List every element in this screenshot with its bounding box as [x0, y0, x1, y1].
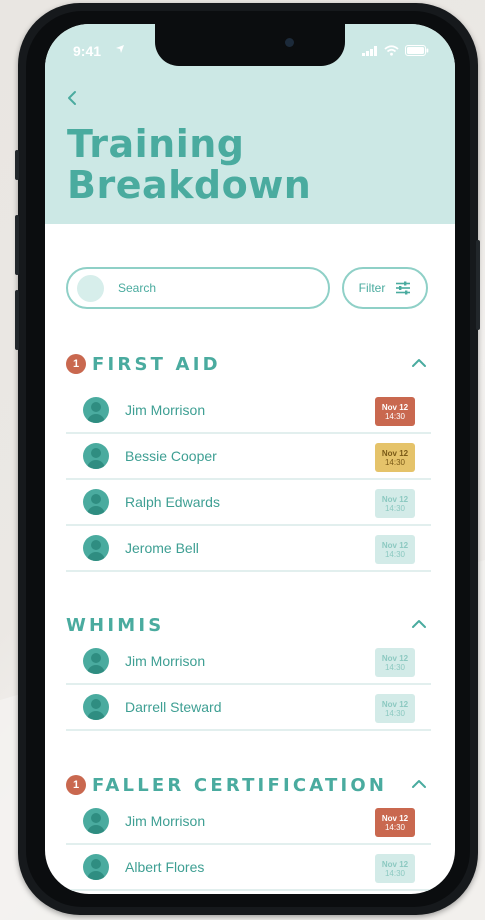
page-title-line2: Breakdown [67, 163, 312, 207]
battery-icon [405, 45, 429, 56]
date-badge: Nov 12 14:30 [375, 397, 415, 426]
chevron-up-icon[interactable] [410, 617, 428, 631]
notch [155, 24, 345, 66]
search-input[interactable]: Search [66, 267, 330, 309]
time-label: 14:30 [384, 662, 406, 672]
app-screen: 9:41 Training Breakdown Search Filter 1 … [45, 24, 455, 894]
date-badge: Nov 12 14:30 [375, 489, 415, 518]
user-icon [83, 648, 109, 674]
signal-icon [362, 45, 377, 56]
search-icon [77, 274, 104, 302]
user-icon [83, 808, 109, 834]
list-item[interactable]: Jim Morrison Nov 12 14:30 [66, 799, 431, 845]
date-badge: Nov 12 14:30 [375, 694, 415, 723]
camera [285, 38, 294, 47]
date-badge: Nov 12 14:30 [375, 443, 415, 472]
user-icon [83, 694, 109, 720]
section-header-first-aid: 1 FIRST AID [66, 351, 434, 377]
list-item[interactable]: Jim Morrison Nov 12 14:30 [66, 388, 431, 434]
power-button [476, 240, 480, 330]
user-icon [83, 397, 109, 423]
user-icon [83, 443, 109, 469]
user-icon [83, 535, 109, 561]
time-label: 14:30 [384, 868, 406, 878]
date-label: Nov 12 [381, 813, 409, 823]
date-badge: Nov 12 14:30 [375, 808, 415, 837]
date-label: Nov 12 [381, 653, 409, 663]
date-label: Nov 12 [381, 448, 409, 458]
volume-up-button [15, 215, 19, 275]
list-item[interactable]: Darrell Steward Nov 12 14:30 [66, 685, 431, 731]
wifi-icon [384, 45, 399, 56]
time-label: 14:30 [384, 457, 406, 467]
location-arrow-icon [116, 45, 124, 53]
section-title: FIRST AID [92, 353, 221, 375]
volume-down-button [15, 290, 19, 350]
time-label: 14:30 [384, 708, 406, 718]
chevron-up-icon[interactable] [410, 356, 428, 370]
person-name: Jim Morrison [125, 402, 206, 418]
time-label: 14:30 [384, 549, 406, 559]
time-label: 14:30 [384, 411, 406, 421]
chevron-left-icon[interactable] [65, 86, 83, 110]
status-time: 9:41 [73, 43, 102, 59]
person-name: Jerome Bell [125, 540, 199, 556]
page-title: Training Breakdown [67, 124, 311, 206]
user-icon [83, 489, 109, 515]
section-header-whimis: WHIMIS [66, 612, 434, 638]
date-badge: Nov 12 14:30 [375, 535, 415, 564]
mute-switch [15, 150, 19, 180]
list-item[interactable]: Jerome Bell Nov 12 14:30 [66, 526, 431, 572]
date-label: Nov 12 [381, 402, 409, 412]
date-label: Nov 12 [381, 699, 409, 709]
section-header-faller-certification: 1 FALLER CERTIFICATION [66, 772, 434, 798]
section-title: FALLER CERTIFICATION [92, 774, 388, 796]
list-item[interactable]: Bessie Cooper Nov 12 14:30 [66, 434, 431, 480]
person-name: Albert Flores [125, 859, 205, 875]
list-item[interactable]: Albert Flores Nov 12 14:30 [66, 845, 431, 891]
list-item[interactable]: Jim Morrison Nov 12 14:30 [66, 639, 431, 685]
header: 9:41 Training Breakdown [45, 24, 455, 224]
date-label: Nov 12 [381, 540, 409, 550]
list-item[interactable]: Ralph Edwards Nov 12 14:30 [66, 480, 431, 526]
alert-badge: 1 [66, 354, 86, 374]
date-label: Nov 12 [381, 494, 409, 504]
time-label: 14:30 [384, 822, 406, 832]
person-name: Jim Morrison [125, 653, 206, 669]
date-badge: Nov 12 14:30 [375, 854, 415, 883]
time-label: 14:30 [384, 503, 406, 513]
page-title-line1: Training [67, 122, 245, 166]
alert-badge: 1 [66, 775, 86, 795]
person-name: Darrell Steward [125, 699, 222, 715]
status-icons [362, 45, 429, 56]
section-title: WHIMIS [66, 614, 165, 636]
filter-label: Filter [358, 281, 386, 295]
chevron-up-icon[interactable] [410, 777, 428, 791]
person-name: Bessie Cooper [125, 448, 217, 464]
person-name: Jim Morrison [125, 813, 206, 829]
user-icon [83, 854, 109, 880]
search-placeholder: Search [118, 281, 157, 295]
person-name: Ralph Edwards [125, 494, 220, 510]
sliders-icon [396, 281, 411, 295]
date-badge: Nov 12 14:30 [375, 648, 415, 677]
date-label: Nov 12 [381, 859, 409, 869]
filter-button[interactable]: Filter [342, 267, 428, 309]
